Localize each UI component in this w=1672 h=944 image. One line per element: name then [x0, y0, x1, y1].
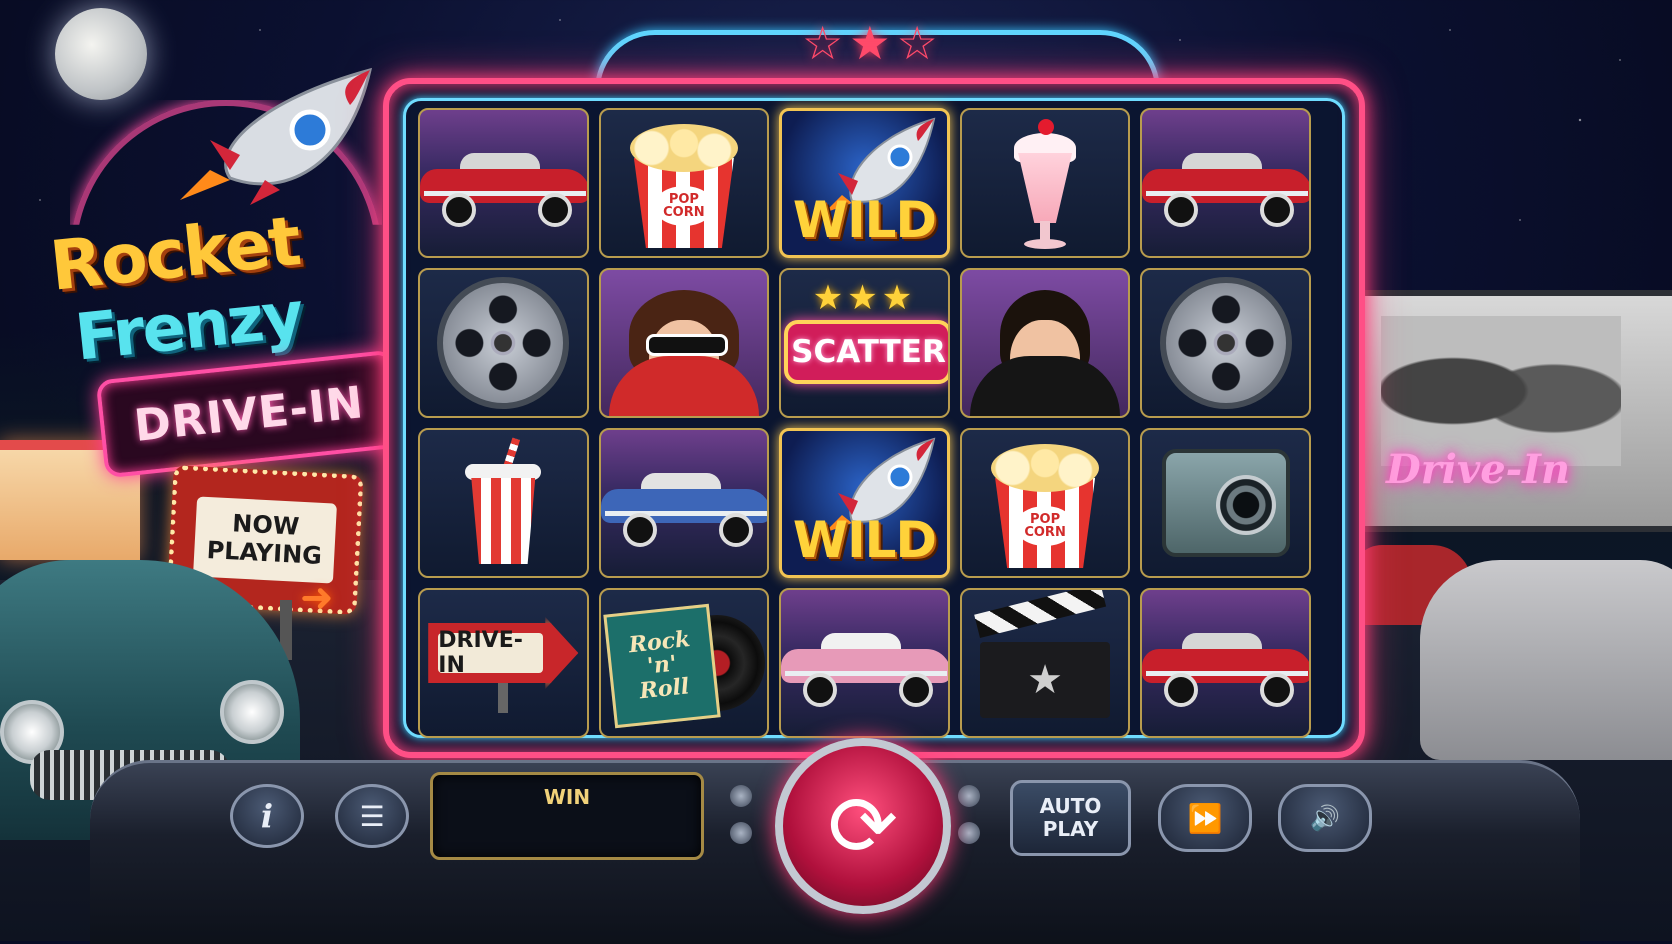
record-label-line3: Roll	[638, 672, 691, 704]
car-headlight-icon	[220, 680, 284, 744]
sound-button[interactable]: 🔊	[1278, 784, 1372, 852]
reel-cell	[1140, 268, 1311, 418]
scatter-stars-icon: ★★★	[812, 278, 917, 318]
reel-cell	[1140, 108, 1311, 258]
now-playing-line2: PLAYING	[206, 535, 323, 570]
foreground-silver-car	[1420, 560, 1672, 760]
red-convertible-car-icon	[1142, 149, 1310, 227]
menu-button[interactable]: ☰	[335, 784, 409, 848]
win-display: WIN	[430, 772, 704, 860]
vintage-camera-icon	[1161, 449, 1290, 557]
spin-icon: ⟳	[827, 777, 899, 875]
reel-cell	[959, 108, 1131, 258]
spin-button[interactable]: ⟳	[775, 738, 951, 914]
reel-cell	[598, 268, 770, 418]
reel-cell	[418, 108, 589, 258]
turbo-button[interactable]: ⏩	[1158, 784, 1252, 852]
popcorn-label: POP CORN	[653, 186, 714, 226]
movie-couple-image	[1381, 316, 1621, 466]
reel-cell	[1140, 428, 1311, 578]
scatter-label: SCATTER	[791, 334, 946, 370]
fast-forward-icon: ⏩	[1187, 801, 1223, 835]
info-icon: i	[260, 797, 274, 835]
console-rivet	[730, 785, 752, 807]
reel-cell	[959, 268, 1131, 418]
console-rivet	[958, 822, 980, 844]
reel-cell: ★	[959, 588, 1131, 738]
crest-stars-icon: ☆★☆	[802, 16, 944, 70]
film-reel-icon	[437, 277, 570, 409]
clapperboard-icon: ★	[974, 590, 1111, 718]
drive-in-arrow-sign-icon: DRIVE-IN	[428, 603, 579, 723]
wild-label: WILD	[792, 191, 937, 249]
logo-rocket-icon	[180, 67, 373, 205]
win-label: WIN	[543, 785, 591, 809]
reel-cell-wild: WILD	[779, 428, 950, 578]
console-rivet	[730, 822, 752, 844]
menu-icon: ☰	[359, 799, 385, 833]
now-playing-arrow-icon: ➜	[300, 575, 334, 621]
greaser-guy-icon	[962, 270, 1129, 416]
reel-cell: POP CORN	[598, 108, 770, 258]
reel-cell-wild: WILD	[779, 108, 950, 258]
autoplay-line1: AUTO	[1039, 794, 1102, 818]
console-rivet	[958, 785, 980, 807]
reel-cell	[418, 428, 589, 578]
game-logo: Rocket Frenzy DRIVE-IN	[20, 40, 410, 479]
scatter-icon: ★★★ SCATTER	[784, 278, 948, 408]
reel-cell	[1140, 588, 1311, 738]
drive-in-screen: Drive-In	[1355, 290, 1672, 532]
speaker-icon: 🔊	[1310, 804, 1340, 832]
rock-n-roll-record-icon: Rock 'n' Roll	[603, 603, 765, 729]
autoplay-line2: PLAY	[1042, 817, 1099, 841]
reel-cell-scatter: ★★★ SCATTER	[779, 268, 950, 418]
soda-cup-icon	[463, 437, 543, 568]
reel-cell	[598, 428, 770, 578]
reel-cell	[779, 588, 950, 738]
reel-cell: Rock 'n' Roll	[598, 588, 770, 738]
reel-cell: POP CORN	[959, 428, 1131, 578]
info-button[interactable]: i	[230, 784, 304, 848]
reel-grid: POP CORN WILD ★★★ SCATTER WILD POP CORN …	[418, 108, 1311, 738]
logo-badge-text: DRIVE-IN	[131, 376, 367, 452]
blue-convertible-car-icon	[600, 469, 768, 547]
popcorn-icon: POP CORN	[624, 118, 744, 248]
red-convertible-car-icon	[420, 149, 587, 227]
drive-in-neon-sign: Drive-In	[1386, 446, 1571, 493]
film-reel-icon	[1159, 277, 1292, 409]
popcorn-label: POP CORN	[1015, 506, 1076, 546]
milkshake-icon	[1010, 113, 1080, 253]
reel-cell	[418, 268, 589, 418]
pink-convertible-car-icon	[781, 629, 948, 707]
popcorn-icon: POP CORN	[985, 438, 1105, 568]
reel-cell: DRIVE-IN	[418, 588, 589, 738]
red-convertible-car-icon	[1142, 629, 1310, 707]
drive-in-sign-label: DRIVE-IN	[438, 628, 544, 678]
wild-label: WILD	[792, 511, 937, 569]
autoplay-button[interactable]: AUTO PLAY	[1010, 780, 1131, 856]
pinup-girl-icon	[601, 270, 768, 416]
